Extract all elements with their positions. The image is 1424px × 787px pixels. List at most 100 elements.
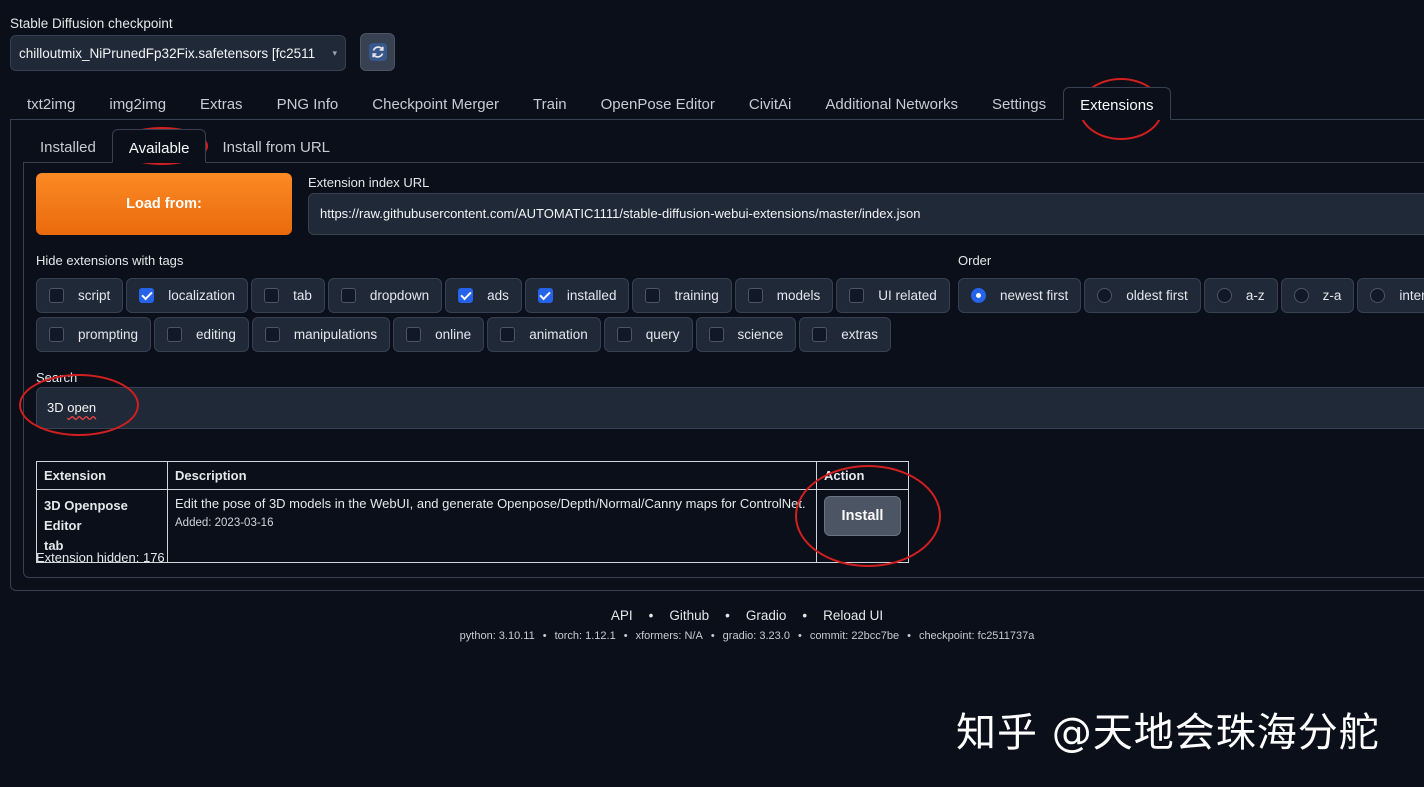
table-row: 3D Openpose Editor tab Edit the pose of 3…: [36, 489, 909, 563]
tab-installed[interactable]: Installed: [24, 129, 112, 163]
extension-name-link[interactable]: 3D Openpose Editor tab: [44, 496, 160, 556]
commit-hash: commit: 22bcc7be: [809, 630, 900, 642]
tag-label: dropdown: [369, 288, 430, 303]
checkbox-checked[interactable]: [458, 288, 474, 303]
order-internal-order[interactable]: internal or: [1357, 278, 1424, 313]
extension-name: 3D Openpose Editor: [44, 498, 128, 533]
tag-label: tab: [293, 288, 312, 303]
checkbox[interactable]: [500, 327, 516, 342]
tab-extras[interactable]: Extras: [183, 87, 260, 120]
order-newest-first[interactable]: newest first: [958, 278, 1082, 313]
tag-training[interactable]: training: [632, 278, 732, 313]
watermark: 知乎 @天地会珠海分舵: [956, 710, 1380, 756]
tab-openpose-editor[interactable]: OpenPose Editor: [584, 87, 732, 120]
tag-row-2: prompting editing manipulations online a…: [36, 317, 894, 352]
tab-txt2img[interactable]: txt2img: [10, 87, 92, 120]
footer-link-api[interactable]: API: [611, 608, 633, 623]
checkbox[interactable]: [340, 288, 356, 303]
separator: •: [542, 630, 547, 642]
hidden-count: Extension hidden: 176: [36, 550, 165, 565]
separator: •: [797, 630, 802, 642]
index-url-input[interactable]: https://raw.githubusercontent.com/AUTOMA…: [308, 193, 1424, 235]
extension-description: Edit the pose of 3D models in the WebUI,…: [175, 496, 806, 511]
tab-img2img[interactable]: img2img: [92, 87, 183, 120]
checkbox[interactable]: [264, 288, 280, 303]
checkbox[interactable]: [812, 327, 828, 342]
checkbox[interactable]: [49, 327, 64, 342]
radio[interactable]: [1097, 288, 1113, 303]
extensions-table: Extension Description Action 3D Openpose…: [36, 461, 909, 563]
radio-selected[interactable]: [971, 288, 986, 303]
tag-ui-related[interactable]: UI related: [836, 278, 950, 313]
tag-ads[interactable]: ads: [445, 278, 522, 313]
tab-png-info[interactable]: PNG Info: [260, 87, 356, 120]
chevron-down-icon: ▾: [332, 47, 337, 58]
tag-label: extras: [841, 327, 879, 342]
radio[interactable]: [1293, 288, 1309, 303]
tab-install-from-url[interactable]: Install from URL: [206, 129, 346, 163]
tag-models[interactable]: models: [734, 278, 834, 313]
separator: •: [907, 630, 911, 642]
tab-extensions[interactable]: Extensions: [1063, 87, 1171, 120]
order-label: newest first: [1000, 288, 1069, 303]
tab-train[interactable]: Train: [516, 87, 584, 120]
order-radio-group: newest first oldest first a-z z-a intern…: [958, 278, 1424, 313]
separator: •: [725, 608, 730, 623]
tab-settings[interactable]: Settings: [975, 87, 1063, 120]
tab-civitai[interactable]: CivitAi: [732, 87, 809, 120]
tab-checkpoint-merger[interactable]: Checkpoint Merger: [355, 87, 516, 120]
tag-label: manipulations: [293, 327, 378, 342]
tag-script[interactable]: script: [36, 278, 124, 313]
checkbox[interactable]: [167, 327, 183, 342]
separator: •: [710, 630, 715, 642]
tag-extras[interactable]: extras: [799, 317, 892, 352]
checkbox-checked[interactable]: [139, 288, 155, 303]
header-extension: Extension: [36, 461, 168, 490]
tab-additional-networks[interactable]: Additional Networks: [808, 87, 975, 120]
tag-dropdown[interactable]: dropdown: [327, 278, 443, 313]
footer-link-gradio[interactable]: Gradio: [746, 608, 787, 623]
order-oldest-first[interactable]: oldest first: [1084, 278, 1201, 313]
separator: •: [623, 630, 628, 642]
load-from-button[interactable]: Load from:: [36, 173, 292, 235]
tag-manipulations[interactable]: manipulations: [251, 317, 391, 352]
checkbox-checked[interactable]: [537, 288, 553, 303]
tag-online[interactable]: online: [393, 317, 485, 352]
checkbox[interactable]: [49, 288, 64, 303]
tag-science[interactable]: science: [695, 317, 797, 352]
order-z-a[interactable]: z-a: [1280, 278, 1355, 313]
tag-installed[interactable]: installed: [524, 278, 630, 313]
order-a-z[interactable]: a-z: [1203, 278, 1278, 313]
order-label: oldest first: [1126, 288, 1188, 303]
tag-query[interactable]: query: [603, 317, 693, 352]
radio[interactable]: [1370, 288, 1386, 303]
footer-link-github[interactable]: Github: [669, 608, 709, 623]
checkbox[interactable]: [708, 327, 724, 342]
search-input[interactable]: 3D open: [36, 387, 1424, 429]
checkbox[interactable]: [747, 288, 763, 303]
index-url-label: Extension index URL: [308, 175, 430, 190]
footer-link-reload-ui[interactable]: Reload UI: [823, 608, 883, 623]
gradio-version: gradio: 3.23.0: [722, 630, 790, 642]
tag-prompting[interactable]: prompting: [36, 317, 152, 352]
checkbox[interactable]: [645, 288, 661, 303]
header-description: Description: [167, 461, 817, 490]
sub-tabs: Installed Available Install from URL: [24, 129, 346, 163]
tag-label: training: [674, 288, 719, 303]
checkbox[interactable]: [616, 327, 632, 342]
checkbox[interactable]: [264, 327, 280, 342]
tag-label: installed: [566, 288, 617, 303]
checkbox[interactable]: [849, 288, 865, 303]
checkbox[interactable]: [406, 327, 422, 342]
tag-label: UI related: [878, 288, 937, 303]
radio[interactable]: [1216, 288, 1232, 303]
tag-row-1: script localization tab dropdown ads ins…: [36, 278, 953, 313]
tab-available[interactable]: Available: [111, 129, 207, 163]
checkpoint-select[interactable]: chilloutmix_NiPrunedFp32Fix.safetensors …: [10, 35, 346, 71]
tag-animation[interactable]: animation: [487, 317, 601, 352]
tag-label: query: [645, 327, 680, 342]
refresh-checkpoint-button[interactable]: [360, 33, 395, 71]
tag-editing[interactable]: editing: [154, 317, 249, 352]
tag-localization[interactable]: localization: [126, 278, 249, 313]
tag-tab[interactable]: tab: [251, 278, 325, 313]
